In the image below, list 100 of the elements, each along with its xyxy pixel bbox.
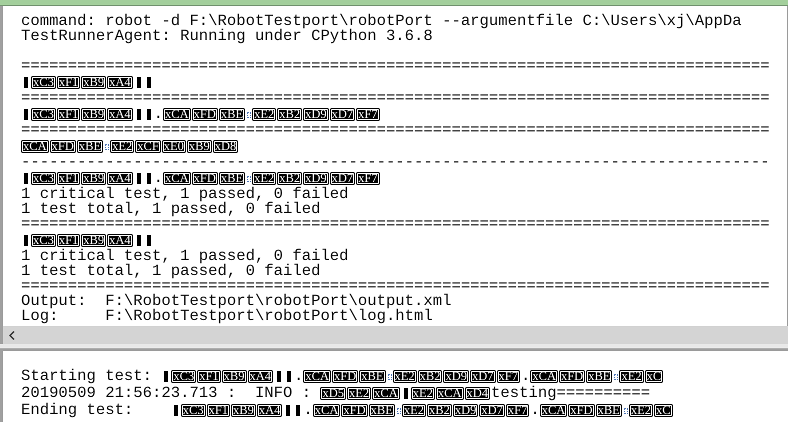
byte-code: xC <box>644 370 664 383</box>
missing-glyph-icon <box>105 144 110 150</box>
byte-code: xF1 <box>56 76 80 89</box>
byte-code: xE0 <box>162 140 186 153</box>
console-text: ================================================================================ <box>21 59 770 74</box>
scroll-left-icon[interactable] <box>9 330 15 340</box>
console-text: 1 test total, 1 passed, 0 failed <box>21 202 320 217</box>
horizontal-scrollbar[interactable] <box>0 326 788 344</box>
byte-code: xB9 <box>231 404 256 417</box>
byte-code: xE2 <box>110 140 134 153</box>
missing-glyph-icon <box>396 408 401 414</box>
byte-code: xBE <box>218 172 246 185</box>
byte-code: xD7 <box>470 370 496 383</box>
console-text: 1 critical test, 1 passed, 0 failed <box>21 249 349 264</box>
byte-code: xA4 <box>107 234 133 247</box>
byte-code: xB9 <box>81 76 106 89</box>
console-text: ================================================================================ <box>21 91 770 106</box>
byte-code: xD8 <box>212 140 238 153</box>
byte-code: xB2 <box>277 108 302 121</box>
console-text: . <box>303 403 313 418</box>
bar-icon <box>146 109 151 120</box>
byte-code: xF7 <box>356 108 380 121</box>
byte-code: xFD <box>192 108 218 121</box>
byte-code: xA4 <box>256 404 282 417</box>
byte-code: xF1 <box>206 404 230 417</box>
byte-code: xA4 <box>107 76 133 89</box>
bar-icon <box>146 173 151 184</box>
byte-code: xFD <box>568 404 595 417</box>
byte-code: xD9 <box>443 370 470 383</box>
byte-code: xFD <box>341 404 368 417</box>
missing-glyph-icon <box>624 408 628 414</box>
byte-code: xCA <box>163 172 191 185</box>
byte-code: xB9 <box>81 234 106 247</box>
byte-code: xB2 <box>277 172 302 185</box>
byte-code: xC3 <box>171 370 196 383</box>
console-text: . <box>154 107 164 122</box>
byte-code: xC3 <box>31 76 56 89</box>
byte-code: xD7 <box>330 108 356 121</box>
console-text: Starting test: <box>21 369 154 384</box>
bar-icon <box>24 173 28 184</box>
byte-code: xC3 <box>31 234 56 247</box>
bar-icon <box>404 388 408 399</box>
byte-code: xE2 <box>628 404 653 417</box>
byte-code: xF7 <box>356 172 380 185</box>
bar-icon <box>146 77 151 88</box>
byte-code: xD9 <box>303 172 329 185</box>
byte-code: xFD <box>192 172 218 185</box>
byte-code: xFD <box>332 370 358 383</box>
bar-icon <box>24 235 28 246</box>
byte-code: xE2 <box>410 387 435 400</box>
byte-code: xBE <box>368 404 395 417</box>
byte-code: xFD <box>50 140 76 153</box>
byte-code: xD9 <box>452 404 478 417</box>
bar-icon <box>136 109 141 120</box>
console-text: Log: F:\RobotTestport\robotPort\log.html <box>21 309 433 324</box>
console-text: Output: F:\RobotTestport\robotPort\output.xml <box>21 294 452 309</box>
byte-code: xCA <box>436 387 464 400</box>
byte-code: xB9 <box>81 172 106 185</box>
byte-code: xCA <box>312 404 340 417</box>
byte-code: xBE <box>596 404 622 417</box>
byte-code: xF1 <box>56 108 80 121</box>
byte-code: xB2 <box>418 370 442 383</box>
bar-icon <box>287 371 292 382</box>
byte-code: xCA <box>163 108 191 121</box>
console-text: . <box>530 403 540 418</box>
byte-code: xE2 <box>252 108 276 121</box>
bar-icon <box>146 235 151 246</box>
bar-icon <box>277 371 282 382</box>
byte-code: xF7 <box>506 404 530 417</box>
byte-code: xCA <box>303 370 332 383</box>
byte-code: xB9 <box>222 370 247 383</box>
byte-code: xCA <box>372 387 400 400</box>
byte-code: xBE <box>586 370 612 383</box>
console-text: ================================================================================ <box>21 217 770 232</box>
console-text: . <box>154 171 164 186</box>
bar-icon <box>174 405 178 416</box>
byte-code: xD7 <box>330 172 356 185</box>
byte-code: xC3 <box>31 172 56 185</box>
byte-code: xA4 <box>248 370 274 383</box>
byte-code: xCA <box>21 140 49 153</box>
missing-glyph-icon <box>388 374 392 380</box>
byte-code: xF1 <box>56 172 80 185</box>
byte-code: xD4 <box>464 387 490 400</box>
console-text: -------------------------------------------------------------------------------- <box>21 155 770 170</box>
console-text: . <box>521 369 530 384</box>
byte-code: xE2 <box>392 370 417 383</box>
byte-code: xB9 <box>81 108 106 121</box>
console-text: ================================================================================ <box>21 279 770 294</box>
byte-code: xA4 <box>107 108 133 121</box>
missing-glyph-icon <box>247 176 252 182</box>
console-text: . <box>294 369 304 384</box>
console-text: 1 test total, 1 passed, 0 failed <box>21 264 320 279</box>
bar-icon <box>286 405 290 416</box>
byte-code: xCF <box>135 140 161 153</box>
byte-code: xD7 <box>479 404 505 417</box>
bar-icon <box>164 371 168 382</box>
console-text: command: robot -d F:\RobotTestport\robotPort --argumentfile C:\Users\xj\AppDa <box>21 14 742 29</box>
bar-icon <box>136 235 141 246</box>
console-text: testing========== <box>491 386 650 401</box>
byte-code: xBE <box>218 108 246 121</box>
